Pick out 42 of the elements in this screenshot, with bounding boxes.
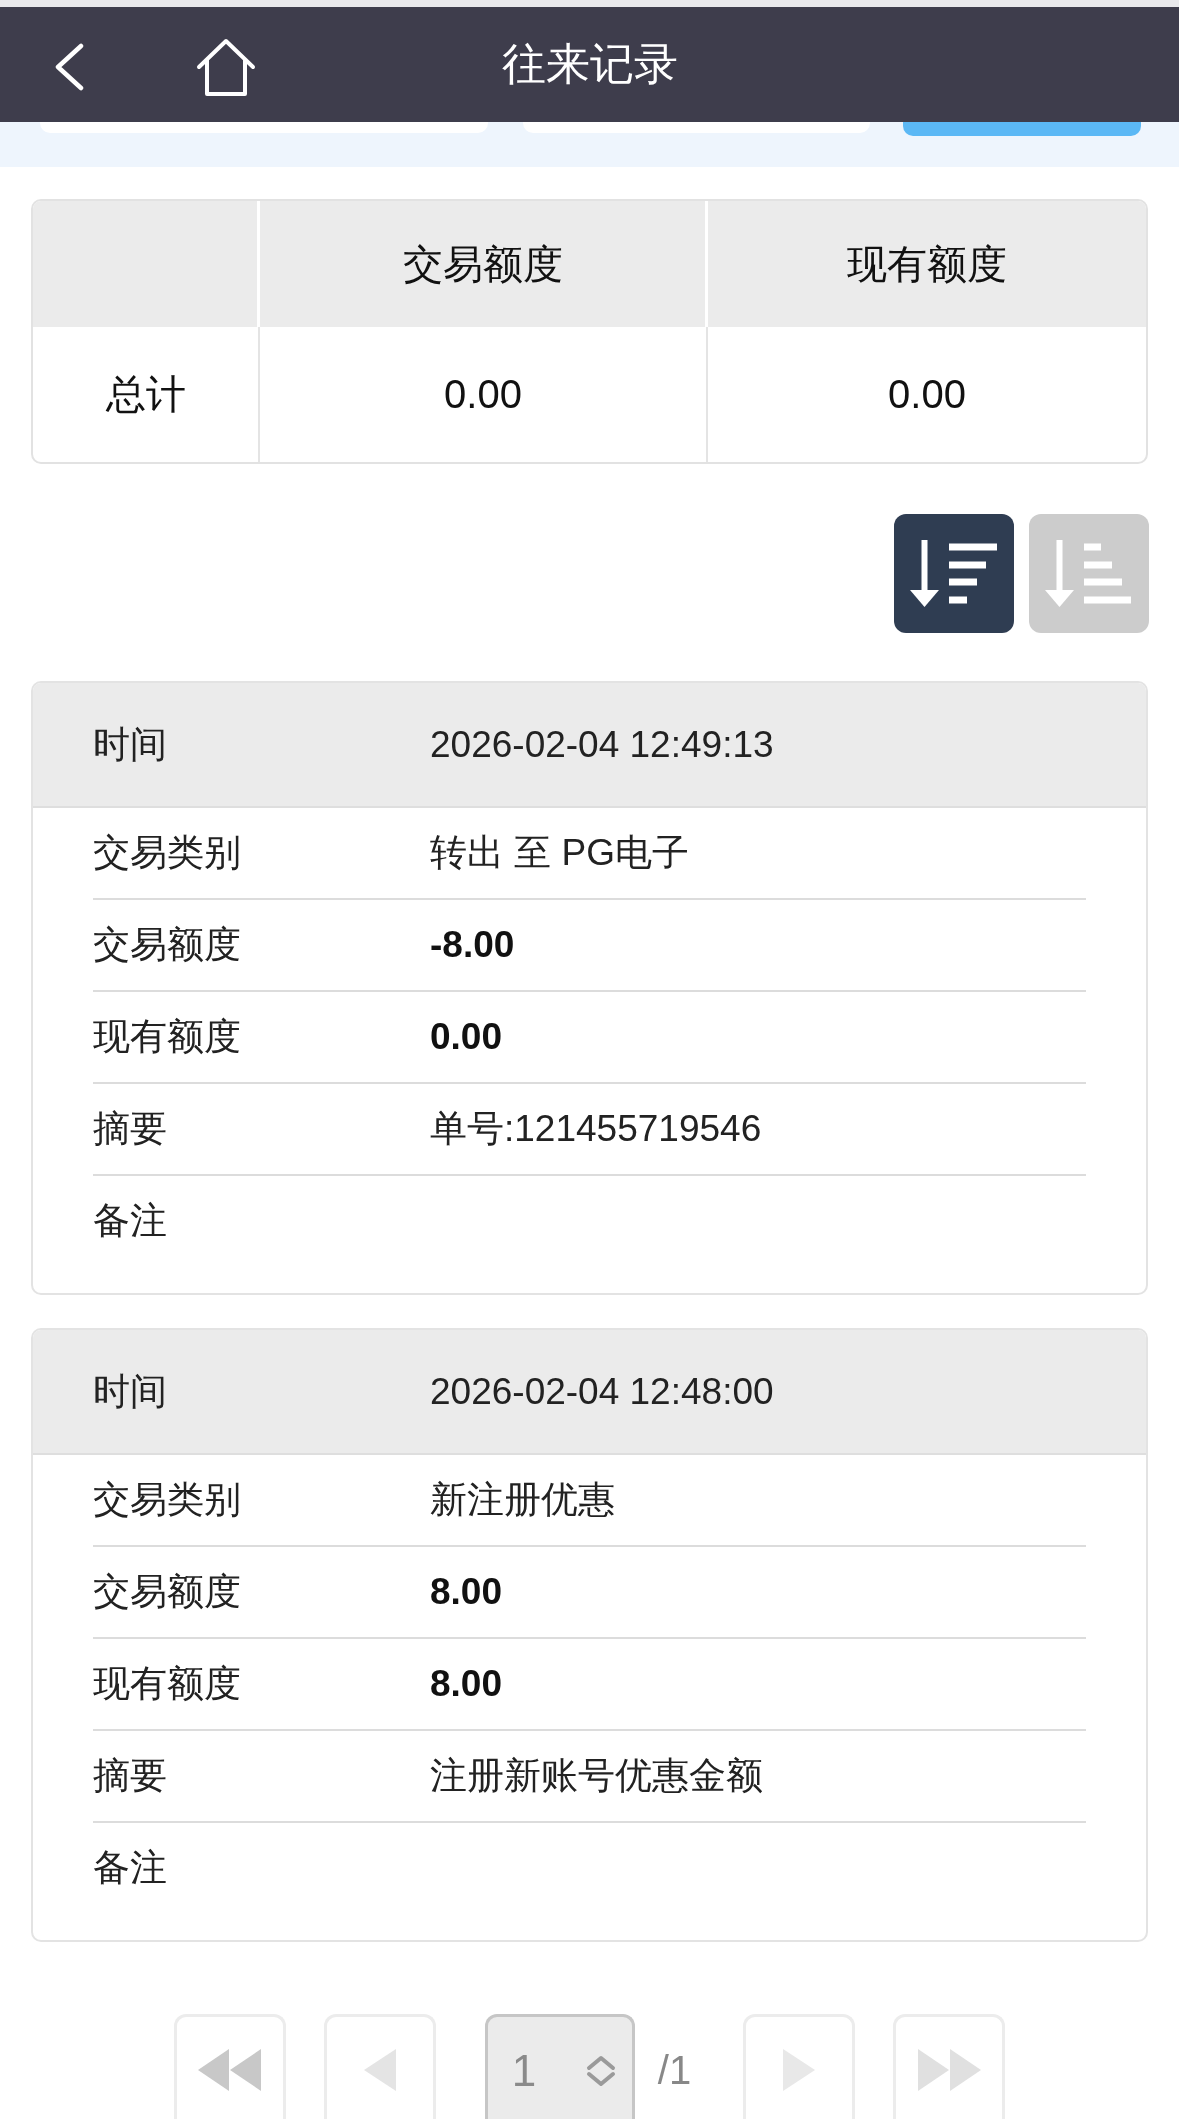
sort-descending-icon bbox=[910, 540, 998, 607]
sort-ascending-icon bbox=[1045, 540, 1133, 607]
field-value: 注册新账号优惠金额 bbox=[430, 1754, 763, 1798]
left-triangle-icon bbox=[363, 2049, 396, 2091]
field-value: 2026-02-04 12:48:00 bbox=[430, 1370, 774, 1413]
home-icon[interactable] bbox=[196, 36, 256, 97]
amount-value: 8.00 bbox=[430, 1663, 502, 1705]
back-icon[interactable] bbox=[54, 42, 84, 91]
field-label: 交易类别 bbox=[93, 831, 241, 875]
page-title: 往来记录 bbox=[501, 38, 678, 91]
field-label: 现有额度 bbox=[93, 1015, 241, 1059]
field-label: 备注 bbox=[93, 1846, 167, 1890]
input-field[interactable] bbox=[523, 122, 870, 133]
table-cell: 0.00 bbox=[444, 372, 522, 417]
amount-value: 0.00 bbox=[430, 1016, 502, 1058]
double-right-triangle-icon bbox=[917, 2049, 981, 2091]
field-label: 摘要 bbox=[93, 1754, 167, 1798]
field-label: 时间 bbox=[93, 1369, 167, 1414]
sort-descending-button[interactable] bbox=[894, 514, 1014, 633]
field-label: 备注 bbox=[93, 1199, 167, 1243]
field-value: 转出 至 PG电子 bbox=[430, 831, 690, 875]
table-cell: 0.00 bbox=[888, 372, 966, 417]
input-field[interactable] bbox=[40, 122, 488, 133]
amount-value: -8.00 bbox=[430, 924, 515, 966]
field-label: 交易额度 bbox=[93, 1570, 241, 1614]
double-left-triangle-icon bbox=[198, 2049, 262, 2091]
field-value: 2026-02-04 12:49:13 bbox=[430, 723, 774, 766]
field-label: 时间 bbox=[93, 722, 167, 767]
page-total: /1 bbox=[657, 2050, 692, 2090]
field-label: 摘要 bbox=[93, 1107, 167, 1151]
field-value: 单号:121455719546 bbox=[430, 1107, 762, 1151]
action-button[interactable] bbox=[903, 122, 1141, 136]
column-header: 现有额度 bbox=[847, 240, 1007, 288]
field-label: 交易类别 bbox=[93, 1478, 241, 1522]
amount-value: 8.00 bbox=[430, 1571, 502, 1613]
column-header: 交易额度 bbox=[402, 240, 563, 288]
row-header: 总计 bbox=[105, 371, 186, 418]
field-label: 交易额度 bbox=[93, 923, 241, 967]
field-value: 新注册优惠 bbox=[430, 1478, 615, 1522]
field-label: 现有额度 bbox=[93, 1662, 241, 1706]
chevron-up-down-icon bbox=[586, 2055, 617, 2087]
sort-ascending-button[interactable] bbox=[1029, 514, 1149, 633]
